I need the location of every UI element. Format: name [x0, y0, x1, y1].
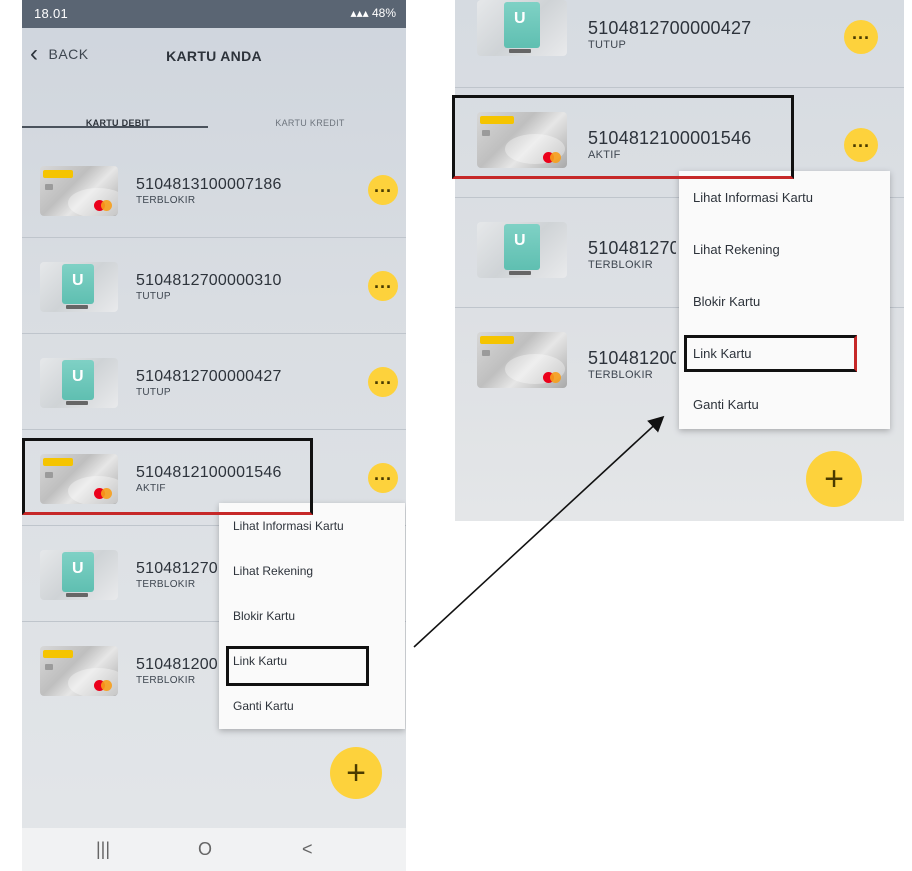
- zoom-arrow: [413, 415, 665, 648]
